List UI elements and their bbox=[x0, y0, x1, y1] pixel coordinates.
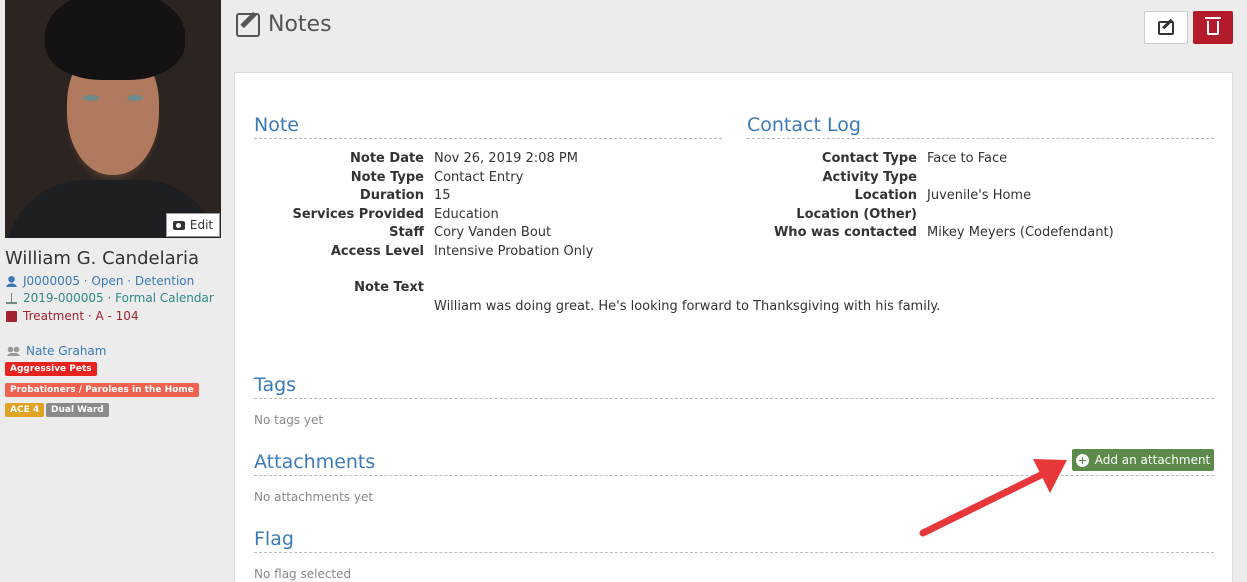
person-name: William G. Candelaria bbox=[5, 248, 200, 269]
edit-photo-button[interactable]: Edit bbox=[166, 213, 220, 237]
user-icon bbox=[6, 275, 17, 287]
badge-probationers: Probationers / Parolees in the Home bbox=[5, 383, 199, 397]
officer-name: Nate Graham bbox=[26, 344, 107, 358]
badge-dual-ward: Dual Ward bbox=[46, 403, 109, 417]
services-label: Services Provided bbox=[292, 207, 424, 222]
note-type-label: Note Type bbox=[350, 170, 424, 185]
page-title-text: Notes bbox=[268, 12, 332, 37]
delete-note-button[interactable] bbox=[1193, 11, 1233, 44]
profile-photo bbox=[5, 0, 221, 238]
attachments-empty: No attachments yet bbox=[254, 490, 374, 504]
activity-type-label: Activity Type bbox=[822, 170, 917, 185]
page-title: Notes bbox=[236, 12, 332, 37]
contact-type-label: Contact Type bbox=[821, 151, 917, 166]
access-level-value: Intensive Probation Only bbox=[434, 244, 594, 259]
access-level-label: Access Level bbox=[330, 244, 424, 259]
flag-title: Flag bbox=[254, 528, 294, 550]
note-type-value: Contact Entry bbox=[434, 170, 524, 185]
contact-type-value: Face to Face bbox=[927, 151, 1008, 166]
case-text: J0000005 · Open · Detention bbox=[23, 274, 195, 288]
contact-log-title: Contact Log bbox=[747, 114, 861, 136]
duration-label: Duration bbox=[359, 188, 424, 203]
note-text-label: Note Text bbox=[354, 280, 424, 295]
badge-aggressive-pets: Aggressive Pets bbox=[5, 362, 97, 376]
edit-note-button[interactable] bbox=[1144, 11, 1188, 44]
add-attachment-button[interactable]: Add an attachment bbox=[1072, 449, 1214, 471]
building-icon bbox=[6, 310, 17, 322]
who-contacted-value: Mikey Meyers (Codefendant) bbox=[927, 225, 1114, 240]
tags-divider bbox=[254, 398, 1214, 399]
note-text-value: William was doing great. He's looking fo… bbox=[434, 299, 941, 314]
staff-label: Staff bbox=[389, 225, 424, 240]
note-date-label: Note Date bbox=[350, 151, 424, 166]
case-link[interactable]: J0000005 · Open · Detention bbox=[6, 274, 194, 288]
duration-value: 15 bbox=[434, 188, 451, 203]
staff-value: Cory Vanden Bout bbox=[434, 225, 552, 240]
officer-link[interactable]: Nate Graham bbox=[6, 344, 106, 358]
flag-empty: No flag selected bbox=[254, 567, 352, 581]
edit-icon bbox=[1158, 20, 1174, 35]
pencil-square-icon bbox=[236, 12, 260, 37]
location-other-label: Location (Other) bbox=[796, 207, 917, 222]
note-divider bbox=[254, 138, 722, 139]
tags-title: Tags bbox=[254, 374, 297, 396]
trash-icon bbox=[1205, 16, 1221, 35]
note-section-title: Note bbox=[254, 114, 299, 136]
badge-ace: ACE 4 bbox=[5, 403, 45, 417]
docket-text: 2019-000005 · Formal Calendar bbox=[23, 291, 214, 305]
attachments-title: Attachments bbox=[254, 451, 376, 473]
docket-line: 2019-000005 · Formal Calendar bbox=[6, 291, 214, 305]
note-date-value: Nov 26, 2019 2:08 PM bbox=[434, 151, 578, 166]
services-value: Education bbox=[434, 207, 499, 222]
contact-log-divider bbox=[747, 138, 1214, 139]
location-value: Juvenile's Home bbox=[927, 188, 1032, 203]
location-label: Location bbox=[854, 188, 917, 203]
facility-line: Treatment · A - 104 bbox=[6, 309, 139, 323]
camera-icon bbox=[172, 220, 185, 230]
edit-photo-label: Edit bbox=[189, 218, 214, 232]
tags-empty: No tags yet bbox=[254, 413, 324, 427]
who-contacted-label: Who was contacted bbox=[773, 225, 917, 240]
profile-sidebar: Edit William G. Candelaria J0000005 · Op… bbox=[0, 0, 222, 582]
users-icon bbox=[6, 346, 21, 356]
annotation-arrow bbox=[919, 459, 1067, 537]
add-attachment-label: Add an attachment bbox=[1094, 453, 1211, 467]
scale-icon bbox=[6, 292, 17, 304]
facility-text: Treatment · A - 104 bbox=[23, 309, 139, 323]
